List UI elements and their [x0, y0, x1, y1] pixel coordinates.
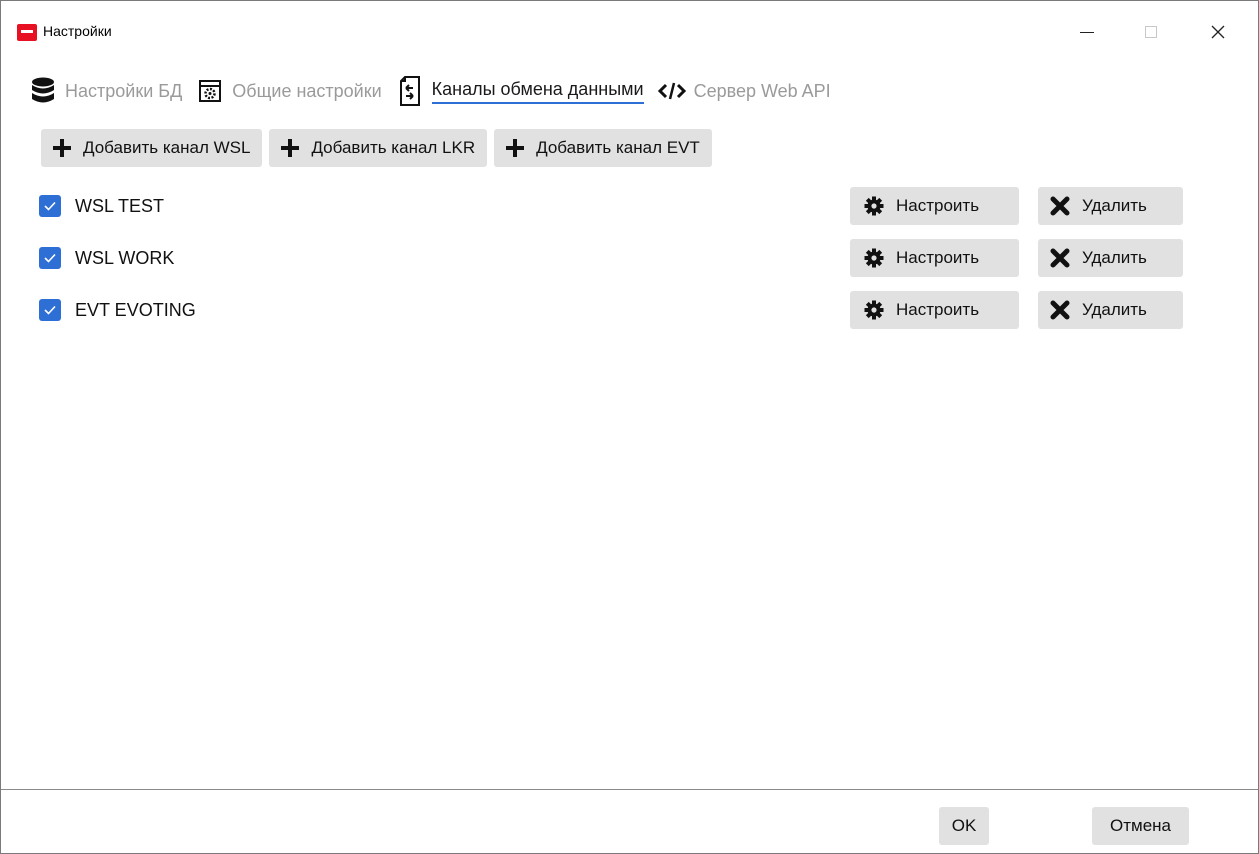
tab-label: Настройки БД: [65, 80, 183, 101]
settings-window-icon: [196, 77, 224, 105]
plus-icon: [53, 139, 71, 157]
tab-label: Сервер Web API: [693, 80, 831, 101]
button-label: Добавить канал WSL: [83, 138, 251, 157]
button-label: Настроить: [896, 300, 980, 319]
button-label: Добавить канал LKR: [311, 138, 476, 157]
title-bar: Настройки: [1, 1, 1258, 63]
configure-button[interactable]: Настроить: [850, 239, 1019, 277]
channel-name: WSL WORK: [75, 248, 175, 268]
button-label: Удалить: [1082, 300, 1147, 319]
tab-db-settings[interactable]: Настройки БД: [29, 73, 182, 109]
maximize-icon: [1145, 26, 1157, 38]
channel-checkbox[interactable]: [39, 195, 61, 217]
ok-button[interactable]: OK: [939, 807, 989, 845]
x-icon: [1050, 300, 1070, 320]
settings-window: Настройки Настройки БД Общие настройки К…: [0, 0, 1259, 854]
check-icon: [44, 305, 56, 315]
app-icon: [17, 24, 37, 41]
button-label: Настроить: [896, 248, 980, 267]
tab-exchange-channels[interactable]: Каналы обмена данными: [396, 73, 644, 109]
add-wsl-channel-button[interactable]: Добавить канал WSL: [41, 129, 263, 167]
gear-icon: [864, 196, 884, 216]
plus-icon: [281, 139, 300, 157]
add-channel-toolbar: Добавить канал WSL Добавить канал LKR До…: [41, 129, 719, 167]
minimize-icon: [1080, 31, 1094, 33]
tab-bar: Настройки БД Общие настройки Каналы обме…: [29, 71, 845, 111]
delete-button[interactable]: Удалить: [1038, 187, 1183, 225]
check-icon: [44, 253, 56, 263]
close-button[interactable]: [1195, 1, 1241, 63]
add-lkr-channel-button[interactable]: Добавить канал LKR: [269, 129, 488, 167]
channel-row: WSL TEST Настроить Удалить: [39, 187, 1189, 225]
channel-checkbox[interactable]: [39, 247, 61, 269]
minimize-button[interactable]: [1064, 1, 1110, 63]
button-label: Настроить: [896, 196, 980, 215]
tab-label: Каналы обмена данными: [431, 79, 644, 104]
channel-checkbox[interactable]: [39, 299, 61, 321]
configure-button[interactable]: Настроить: [850, 187, 1019, 225]
code-icon: [657, 77, 686, 105]
database-icon: [29, 77, 57, 105]
channel-row: WSL WORK Настроить Удалить: [39, 239, 1189, 277]
gear-icon: [864, 248, 884, 268]
exchange-file-icon: [396, 76, 424, 106]
close-icon: [1211, 25, 1225, 39]
configure-button[interactable]: Настроить: [850, 291, 1019, 329]
plus-icon: [506, 139, 525, 157]
gear-icon: [864, 300, 884, 320]
delete-button[interactable]: Удалить: [1038, 239, 1183, 277]
add-evt-channel-button[interactable]: Добавить канал EVT: [494, 129, 712, 167]
x-icon: [1050, 248, 1070, 268]
channel-name: WSL TEST: [75, 196, 165, 216]
channel-row: EVT EVOTING Настроить Удалить: [39, 291, 1189, 329]
button-label: Добавить канал EVT: [536, 138, 700, 157]
channel-name: EVT EVOTING: [75, 300, 196, 320]
window-title: Настройки: [43, 23, 112, 39]
footer-divider: [1, 789, 1258, 790]
button-label: Удалить: [1082, 196, 1147, 215]
maximize-button[interactable]: [1128, 1, 1174, 63]
button-label: Удалить: [1082, 248, 1147, 267]
tab-label: Общие настройки: [232, 80, 382, 101]
check-icon: [44, 201, 56, 211]
tab-general-settings[interactable]: Общие настройки: [196, 73, 382, 109]
x-icon: [1050, 196, 1070, 216]
tab-web-api-server[interactable]: Сервер Web API: [657, 73, 831, 109]
delete-button[interactable]: Удалить: [1038, 291, 1183, 329]
cancel-button[interactable]: Отмена: [1092, 807, 1189, 845]
